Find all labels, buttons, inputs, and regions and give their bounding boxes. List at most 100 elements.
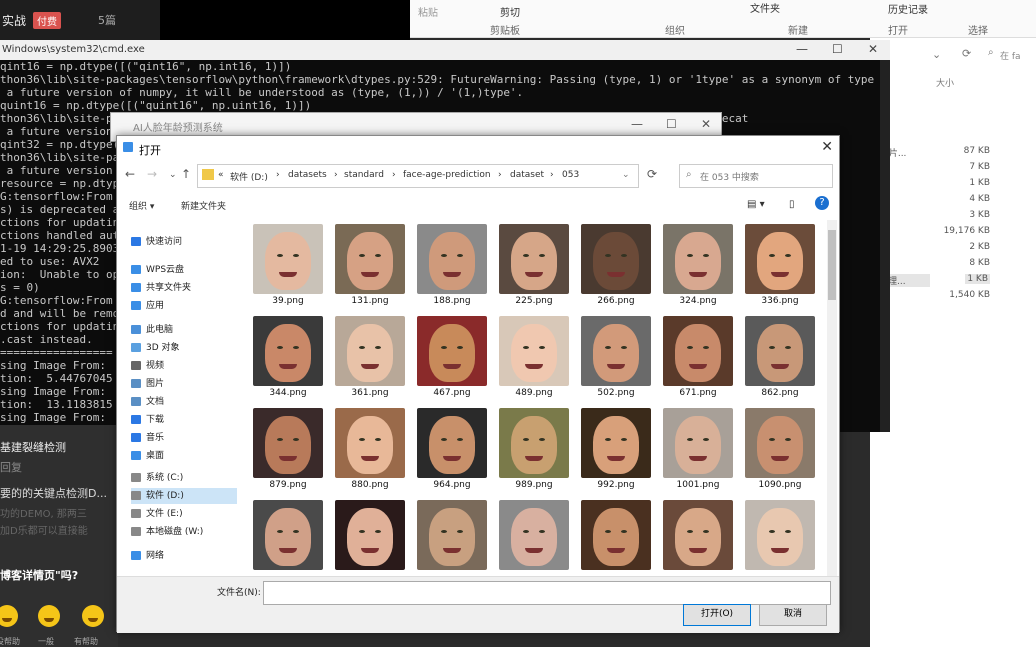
filename-input[interactable]: [263, 581, 831, 605]
file-thumbnail[interactable]: 344.png: [247, 312, 329, 404]
new-folder-button[interactable]: 新建文件夹: [181, 199, 226, 212]
nav-item-label: 系统 (C:): [146, 473, 184, 483]
search-input[interactable]: ⌕ 在 053 中搜索: [679, 164, 833, 188]
file-thumbnail[interactable]: 489.png: [493, 312, 575, 404]
nav-item[interactable]: 下载: [131, 412, 237, 428]
file-thumbnail[interactable]: 671.png: [657, 312, 739, 404]
file-thumbnail[interactable]: [411, 496, 493, 576]
chevron-down-icon[interactable]: ⌄: [622, 170, 630, 180]
organize-button[interactable]: 组织 ▾: [129, 199, 154, 212]
nav-item[interactable]: 网络: [131, 548, 237, 564]
file-thumbnail[interactable]: 880.png: [329, 404, 411, 496]
nav-item[interactable]: 系统 (C:): [131, 470, 237, 486]
nav-item[interactable]: 图片: [131, 376, 237, 392]
file-thumbnail[interactable]: 336.png: [739, 220, 821, 312]
view-options-icon[interactable]: ▤ ▾: [747, 199, 765, 210]
file-thumbnail[interactable]: 879.png: [247, 404, 329, 496]
nav-item[interactable]: 共享文件夹: [131, 280, 237, 296]
preview-pane-icon[interactable]: ▯: [789, 199, 795, 210]
cmd-titlebar[interactable]: Windows\system32\cmd.exe — ☐ ✕: [0, 40, 890, 60]
scroll-thumb[interactable]: [828, 230, 836, 300]
breadcrumb-datasets[interactable]: datasets: [288, 170, 327, 180]
nav-item[interactable]: 视频: [131, 358, 237, 374]
file-thumbnail[interactable]: 964.png: [411, 404, 493, 496]
file-thumbnail[interactable]: 188.png: [411, 220, 493, 312]
breadcrumb-053[interactable]: 053: [562, 170, 579, 180]
reaction-neutral-icon[interactable]: [38, 605, 60, 627]
comment-text: 功的DEMO, 那两三: [0, 509, 87, 520]
file-thumbnail[interactable]: 467.png: [411, 312, 493, 404]
maximize-icon[interactable]: ☐: [666, 117, 677, 131]
ribbon-organize-group: 组织: [665, 26, 685, 37]
breadcrumb-separator: ›: [498, 170, 502, 180]
explorer-search-input[interactable]: 在 fa: [1000, 49, 1021, 62]
chevron-down-icon[interactable]: ⌄: [169, 170, 177, 180]
ribbon-history[interactable]: 历史记录: [888, 1, 928, 16]
ribbon-paste[interactable]: 粘贴: [418, 4, 438, 19]
nav-item[interactable]: 文件 (E:): [131, 506, 237, 522]
file-thumbnail[interactable]: [247, 496, 329, 576]
file-thumbnail[interactable]: [329, 496, 411, 576]
file-thumbnail[interactable]: [575, 496, 657, 576]
nav-item[interactable]: 3D 对象: [131, 340, 237, 356]
help-icon[interactable]: ?: [815, 196, 829, 210]
file-thumbnail[interactable]: 266.png: [575, 220, 657, 312]
breadcrumb-drive[interactable]: 软件 (D:): [230, 170, 268, 183]
nav-item[interactable]: 应用: [131, 298, 237, 314]
file-thumbnail[interactable]: 1090.png: [739, 404, 821, 496]
breadcrumb-face-age-prediction[interactable]: face-age-prediction: [403, 170, 491, 180]
reaction-unhelpful-icon[interactable]: [0, 605, 18, 627]
reply-link[interactable]: 回复: [0, 459, 22, 475]
file-thumbnail[interactable]: [657, 496, 739, 576]
maximize-icon[interactable]: ☐: [832, 42, 843, 56]
related-article[interactable]: 基建裂缝检测: [0, 439, 66, 455]
file-thumbnail[interactable]: 502.png: [575, 312, 657, 404]
face-image: [417, 500, 487, 570]
cancel-button[interactable]: 取消: [759, 604, 827, 626]
file-thumbnail[interactable]: 131.png: [329, 220, 411, 312]
file-thumbnail[interactable]: 225.png: [493, 220, 575, 312]
nav-item[interactable]: 本地磁盘 (W:): [131, 524, 237, 540]
nav-item[interactable]: 音乐: [131, 430, 237, 446]
cmd-scrollbar[interactable]: [880, 60, 890, 432]
nav-item[interactable]: 此电脑: [131, 322, 237, 338]
nav-item[interactable]: 桌面: [131, 448, 237, 464]
file-thumbnail[interactable]: 361.png: [329, 312, 411, 404]
refresh-icon[interactable]: ⟳: [647, 167, 657, 181]
file-thumbnail[interactable]: 992.png: [575, 404, 657, 496]
open-button[interactable]: 打开(O): [683, 604, 751, 626]
file-thumbnail[interactable]: [739, 496, 821, 576]
chevron-down-icon[interactable]: ⌄: [932, 48, 941, 61]
nav-item[interactable]: 文档: [131, 394, 237, 410]
ribbon-folder[interactable]: 文件夹: [750, 0, 780, 15]
reaction-helpful-icon[interactable]: [82, 605, 104, 627]
explorer-toolbar: ⌄ ⟳ ⌕ 在 fa: [870, 44, 1036, 66]
file-thumbnail[interactable]: 39.png: [247, 220, 329, 312]
file-size: 1 KB: [969, 178, 990, 188]
minimize-icon[interactable]: —: [631, 117, 643, 131]
dialog-titlebar[interactable]: 打开 ✕: [117, 136, 839, 162]
minimize-icon[interactable]: —: [796, 42, 808, 56]
address-bar[interactable]: « 软件 (D:) › datasets › standard › face-a…: [197, 164, 639, 188]
breadcrumb-dataset[interactable]: dataset: [510, 170, 544, 180]
file-thumbnail[interactable]: 324.png: [657, 220, 739, 312]
up-arrow-icon[interactable]: ↑: [181, 167, 191, 181]
file-thumbnail[interactable]: 1001.png: [657, 404, 739, 496]
close-icon[interactable]: ✕: [701, 117, 711, 131]
file-thumbnail[interactable]: 862.png: [739, 312, 821, 404]
nav-item[interactable]: WPS云盘: [131, 262, 237, 278]
file-name: 862.png: [761, 388, 799, 398]
breadcrumb-standard[interactable]: standard: [344, 170, 384, 180]
back-arrow-icon[interactable]: ←: [125, 167, 135, 181]
grid-scrollbar[interactable]: [827, 220, 837, 576]
close-icon[interactable]: ✕: [821, 139, 833, 155]
nav-item[interactable]: 软件 (D:): [131, 488, 237, 504]
refresh-icon[interactable]: ⟳: [962, 47, 971, 60]
file-thumbnail[interactable]: 989.png: [493, 404, 575, 496]
file-thumbnail[interactable]: [493, 496, 575, 576]
forward-arrow-icon[interactable]: →: [147, 167, 157, 181]
nav-item[interactable]: 快速访问: [131, 234, 237, 250]
size-column-header[interactable]: 大小: [936, 76, 954, 89]
ribbon-cut[interactable]: 剪切: [500, 4, 520, 19]
close-icon[interactable]: ✕: [868, 42, 878, 56]
